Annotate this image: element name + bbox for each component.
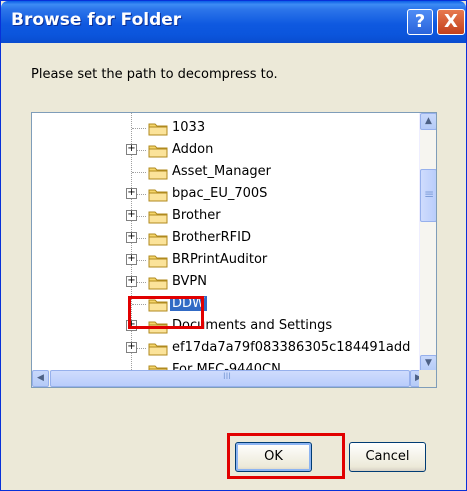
tree-item-label: BVPN — [172, 274, 207, 289]
horizontal-scrollbar[interactable]: ◀ III ▶ — [32, 370, 427, 387]
expand-icon[interactable]: + — [126, 144, 137, 155]
scroll-up-button[interactable]: ▲ — [420, 113, 436, 130]
scrollbar-corner — [419, 370, 436, 387]
folder-icon — [148, 277, 168, 290]
tree-item-label: BrotherRFID — [172, 230, 251, 245]
tree-item[interactable]: + BRPrintAuditor — [32, 249, 427, 271]
tree-item[interactable]: 1033 — [32, 117, 427, 139]
browse-for-folder-dialog: Browse for Folder ? X Please set the pat… — [0, 0, 467, 491]
ok-highlight-box — [227, 433, 345, 479]
vertical-scrollbar[interactable]: ▲ ≡ ▼ — [419, 113, 436, 372]
scroll-grip-icon: III — [223, 372, 231, 382]
folder-icon — [148, 167, 168, 180]
expand-icon[interactable]: + — [126, 232, 137, 243]
folder-icon — [148, 211, 168, 224]
vertical-scroll-thumb[interactable]: ≡ — [420, 169, 436, 222]
expand-icon[interactable]: + — [126, 254, 137, 265]
folder-icon — [148, 255, 168, 268]
tree-item-label: BRPrintAuditor — [172, 252, 268, 267]
folder-icon — [148, 189, 168, 202]
tree-connector-line — [132, 172, 146, 173]
horizontal-scroll-thumb[interactable]: III — [50, 370, 410, 387]
scroll-left-button[interactable]: ◀ — [32, 370, 49, 387]
tree-item[interactable]: + Documents and Settings — [32, 315, 427, 337]
tree-item-label: Brother — [172, 208, 221, 223]
expand-icon[interactable]: + — [126, 210, 137, 221]
expand-icon[interactable]: + — [126, 342, 137, 353]
folder-tree-viewport[interactable]: 1033 + Addon Asset_Manager + bpac_EU_700S + Bro… — [32, 113, 427, 372]
tree-item-label: 1033 — [172, 120, 206, 135]
ddw-highlight-box — [128, 296, 204, 329]
tree-item-label: ef17da7a79f083386305c184491add — [172, 340, 411, 355]
cancel-button[interactable]: Cancel — [349, 442, 426, 472]
tree-item[interactable]: + BVPN — [32, 271, 427, 293]
help-button[interactable]: ? — [407, 9, 433, 35]
folder-icon — [148, 145, 168, 158]
window-title: Browse for Folder — [11, 10, 182, 30]
folder-tree[interactable]: 1033 + Addon Asset_Manager + bpac_EU_700S + Bro… — [31, 112, 437, 388]
tree-item[interactable]: + bpac_EU_700S — [32, 183, 427, 205]
tree-item[interactable]: + BrotherRFID — [32, 227, 427, 249]
tree-item[interactable]: + ef17da7a79f083386305c184491add — [32, 337, 427, 359]
tree-item[interactable]: Asset_Manager — [32, 161, 427, 183]
tree-item-label: Asset_Manager — [172, 164, 272, 179]
close-button[interactable]: X — [437, 9, 465, 35]
scroll-grip-icon: ≡ — [424, 187, 435, 201]
folder-icon — [148, 233, 168, 246]
expand-icon[interactable]: + — [126, 276, 137, 287]
tree-item[interactable]: + Addon — [32, 139, 427, 161]
tree-connector-line — [132, 128, 146, 129]
folder-icon — [148, 123, 168, 136]
tree-item-label: Addon — [172, 142, 214, 157]
tree-item[interactable]: + Brother — [32, 205, 427, 227]
title-bar[interactable]: Browse for Folder ? X — [1, 1, 466, 43]
prompt-text: Please set the path to decompress to. — [31, 67, 278, 82]
tree-item[interactable]: DDW — [32, 293, 427, 315]
folder-icon — [148, 343, 168, 356]
expand-icon[interactable]: + — [126, 188, 137, 199]
tree-item-label: bpac_EU_700S — [172, 186, 268, 201]
